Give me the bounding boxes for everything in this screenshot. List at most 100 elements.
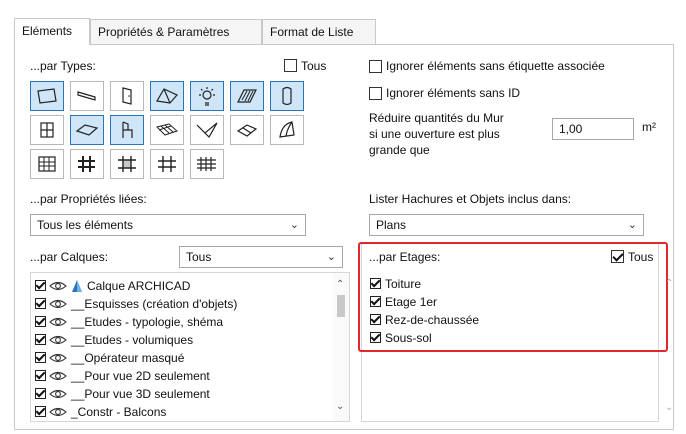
- reduce-unit: m²: [642, 120, 656, 134]
- eye-icon[interactable]: [49, 280, 67, 292]
- layer-checkbox[interactable]: [35, 334, 46, 345]
- layer-name: __Pour vue 3D seulement: [71, 387, 210, 401]
- layer-row[interactable]: Calque ARCHICAD: [31, 277, 331, 295]
- layer-row[interactable]: __Opérateur masqué: [31, 349, 331, 367]
- scroll-down-icon[interactable]: ⌄: [336, 401, 344, 412]
- eye-icon[interactable]: [49, 298, 67, 310]
- layers-scrollbar-thumb[interactable]: [337, 295, 345, 317]
- morph-icon: [196, 122, 218, 138]
- type-object-button[interactable]: [110, 115, 144, 145]
- types-all-checkbox[interactable]: [284, 59, 297, 72]
- ignore-unlabeled-checkbox[interactable]: [369, 60, 382, 73]
- type-wall-button[interactable]: [30, 81, 64, 111]
- eye-icon[interactable]: [49, 388, 67, 400]
- story-row[interactable]: Rez-de-chaussée: [370, 311, 570, 329]
- layer-row[interactable]: __Etudes - volumiques: [31, 331, 331, 349]
- stories-label: ...par Etages:: [369, 250, 441, 264]
- layer-row[interactable]: _Constr - Balcons: [31, 403, 331, 421]
- story-name: Toiture: [385, 277, 422, 291]
- ignore-no-id-label: Ignorer éléments sans ID: [386, 86, 521, 100]
- stair-icon: [236, 124, 258, 137]
- type-stair-button[interactable]: [230, 115, 264, 145]
- eye-icon[interactable]: [49, 406, 67, 418]
- layer-name: __Pour vue 2D seulement: [71, 369, 210, 383]
- reduce-value-input[interactable]: 1,00: [552, 118, 634, 140]
- ignore-no-id-checkbox[interactable]: [369, 87, 382, 100]
- layer-checkbox[interactable]: [35, 406, 46, 417]
- type-morph-button[interactable]: [190, 115, 224, 145]
- hatches-dropdown[interactable]: Plans ⌄: [369, 214, 644, 236]
- type-grid-frame-button[interactable]: [110, 149, 144, 179]
- layer-checkbox[interactable]: [35, 370, 46, 381]
- eye-icon[interactable]: [49, 352, 67, 364]
- story-name: Rez-de-chaussée: [385, 313, 480, 327]
- story-checkbox[interactable]: [370, 296, 381, 307]
- window-icon: [40, 122, 54, 138]
- stories-all-checkbox[interactable]: [611, 250, 624, 263]
- layer-name: __Etudes - volumiques: [71, 333, 194, 347]
- story-row[interactable]: Toiture: [370, 275, 570, 293]
- story-row[interactable]: Sous-sol: [370, 329, 570, 347]
- layer-checkbox[interactable]: [35, 298, 46, 309]
- layer-row[interactable]: __Esquisses (création d'objets): [31, 295, 331, 313]
- story-name: Etage 1er: [385, 295, 438, 309]
- archicad-layer-icon: [72, 280, 82, 292]
- reduce-wall-text-3: grande que: [369, 143, 430, 157]
- chevron-down-icon: ⌄: [326, 251, 336, 263]
- beam-icon: [77, 91, 96, 101]
- layer-row[interactable]: __Pour vue 2D seulement: [31, 367, 331, 385]
- layer-checkbox[interactable]: [35, 280, 46, 291]
- type-slab-button[interactable]: [70, 115, 104, 145]
- layer-row[interactable]: __Etudes - typologie, shéma: [31, 313, 331, 331]
- chevron-down-icon: ⌄: [627, 219, 637, 231]
- ignore-unlabeled-label: Ignorer éléments sans étiquette associée: [386, 59, 605, 73]
- eye-icon[interactable]: [49, 316, 67, 328]
- grid-cross-icon: [158, 156, 176, 172]
- layer-checkbox[interactable]: [35, 352, 46, 363]
- type-curtain-wall-button[interactable]: [30, 149, 64, 179]
- stories-scroll-down-icon[interactable]: ⌄: [665, 402, 673, 413]
- layer-checkbox[interactable]: [35, 316, 46, 327]
- lamp-icon: [199, 87, 215, 106]
- story-checkbox[interactable]: [370, 314, 381, 325]
- grid-multi-icon: [197, 157, 216, 171]
- layer-name: __Opérateur masqué: [71, 351, 185, 365]
- layers-scrollbar[interactable]: ⌃ ⌄: [333, 273, 349, 421]
- fill-icon: [237, 89, 257, 103]
- eye-icon[interactable]: [49, 370, 67, 382]
- story-checkbox[interactable]: [370, 278, 381, 289]
- layers-filter-value: Tous: [186, 250, 212, 264]
- stories-scroll-up-icon[interactable]: ⌃: [665, 278, 673, 289]
- tab-strip: Eléments Propriétés & Paramètres Format …: [14, 18, 376, 45]
- story-name: Sous-sol: [385, 331, 432, 345]
- tab-properties-parameters[interactable]: Propriétés & Paramètres: [90, 19, 262, 44]
- type-roof-button[interactable]: [150, 81, 184, 111]
- type-column-button[interactable]: [270, 81, 304, 111]
- hatches-label: Lister Hachures et Objets inclus dans:: [369, 192, 572, 206]
- story-checkbox[interactable]: [370, 332, 381, 343]
- type-door-button[interactable]: [110, 81, 144, 111]
- layers-label: ...par Calques:: [30, 250, 109, 264]
- type-grid-cross-button[interactable]: [150, 149, 184, 179]
- layer-row[interactable]: __Pour vue 3D seulement: [31, 385, 331, 403]
- type-window-button[interactable]: [30, 115, 64, 145]
- layers-list[interactable]: Calque ARCHICAD __Esquisses (création d'o…: [30, 272, 350, 422]
- type-fill-button[interactable]: [230, 81, 264, 111]
- type-lamp-button[interactable]: [190, 81, 224, 111]
- scroll-up-icon[interactable]: ⌃: [336, 279, 344, 290]
- eye-icon[interactable]: [49, 334, 67, 346]
- type-beam-button[interactable]: [70, 81, 104, 111]
- linked-props-dropdown[interactable]: Tous les éléments ⌄: [30, 214, 306, 236]
- tab-list-format[interactable]: Format de Liste: [262, 19, 376, 44]
- layers-filter-dropdown[interactable]: Tous ⌄: [179, 246, 343, 268]
- tab-elements[interactable]: Eléments: [14, 18, 90, 45]
- type-shell-button[interactable]: [270, 115, 304, 145]
- slab-icon: [75, 124, 99, 136]
- type-mesh-button[interactable]: [150, 115, 184, 145]
- grid-hash-icon: [78, 156, 95, 172]
- story-row[interactable]: Etage 1er: [370, 293, 570, 311]
- layer-checkbox[interactable]: [35, 388, 46, 399]
- type-grid-multi-button[interactable]: [190, 149, 224, 179]
- type-grid-hash-button[interactable]: [70, 149, 104, 179]
- layer-name: Calque ARCHICAD: [87, 279, 191, 293]
